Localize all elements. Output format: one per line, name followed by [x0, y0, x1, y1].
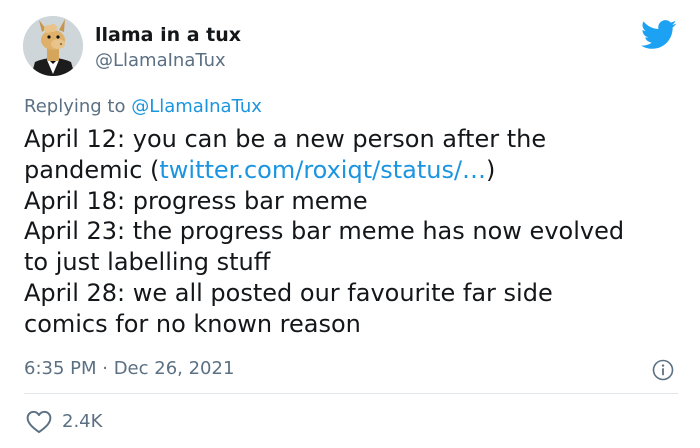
tweet-line: April 12: you can be a new person after … — [24, 125, 547, 153]
author-display-name[interactable]: llama in a tux — [95, 23, 241, 47]
tweet-line: April 23: the progress bar meme has now … — [24, 217, 625, 246]
divider — [24, 393, 678, 394]
tweet-text-segment: pandemic ( — [24, 155, 160, 184]
tweet-link[interactable]: twitter.com/roxiqt/status/… — [159, 156, 486, 184]
replying-to-label: Replying to — [24, 96, 132, 117]
like-count: 2.4K — [62, 411, 103, 432]
info-icon[interactable] — [652, 359, 674, 381]
tweet-line: comics for no known reason — [24, 309, 361, 338]
tweet-line: April 28: we all posted our favourite fa… — [24, 278, 553, 307]
heart-icon[interactable] — [26, 410, 52, 434]
replying-to-line: Replying to @LlamaInaTux — [24, 96, 262, 118]
tweet-line: to just labelling stuff — [24, 248, 271, 277]
like-action[interactable]: 2.4K — [26, 409, 102, 435]
tweet-line: pandemic (twitter.com/roxiqt/status/…) — [24, 155, 684, 186]
twitter-bird-icon[interactable] — [641, 20, 677, 50]
tweet-text: April 12: you can be a new person after … — [24, 124, 684, 340]
tweet-timestamp[interactable]: 6:35 PM · Dec 26, 2021 — [24, 358, 234, 380]
author-handle[interactable]: @LlamaInaTux — [95, 50, 226, 72]
llama-avatar-image — [23, 16, 83, 76]
avatar[interactable] — [23, 16, 83, 76]
reply-mention-link[interactable]: @LlamaInaTux — [131, 96, 262, 117]
tweet-text-segment: ) — [486, 155, 496, 184]
tweet-line: April 18: progress bar meme — [24, 186, 368, 215]
